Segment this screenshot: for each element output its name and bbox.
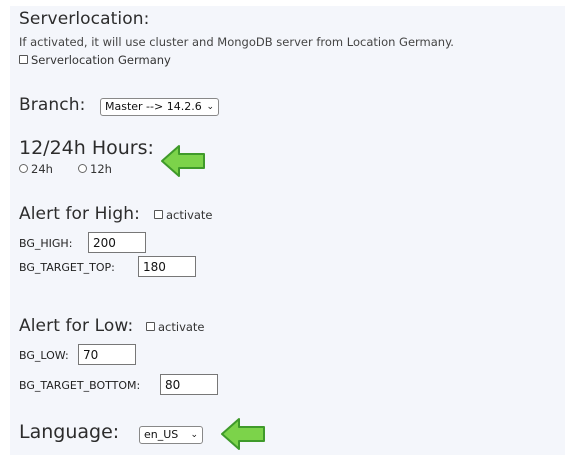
bg-target-bottom-input[interactable]: 80	[160, 374, 218, 395]
serverlocation-description: If activated, it will use cluster and Mo…	[19, 35, 454, 49]
branch-select[interactable]: Master --> 14.2.6 ⌄	[100, 98, 219, 116]
chevron-down-icon: ⌄	[190, 430, 198, 440]
bg-low-label: BG_LOW:	[19, 349, 69, 362]
branch-selected-value: Master --> 14.2.6	[105, 100, 202, 113]
bg-low-input[interactable]: 70	[78, 344, 136, 365]
bg-target-top-input[interactable]: 180	[138, 256, 196, 277]
branch-title: Branch:	[19, 95, 86, 115]
serverlocation-checkbox[interactable]	[19, 55, 28, 64]
alert-low-activate-row[interactable]: activate	[146, 320, 205, 334]
alert-high-activate-checkbox[interactable]	[154, 210, 163, 219]
radio-24h[interactable]	[19, 164, 28, 173]
green-arrow-left-icon	[161, 145, 205, 177]
radio-12h[interactable]	[78, 164, 87, 173]
chevron-down-icon: ⌄	[206, 102, 214, 112]
hours-option-24[interactable]: 24h	[19, 162, 53, 176]
language-selected-value: en_US	[144, 428, 179, 441]
serverlocation-title: Serverlocation:	[19, 9, 150, 29]
alert-low-title-text: Alert for Low:	[19, 316, 134, 336]
hours-title: 12/24h Hours:	[19, 137, 154, 159]
alert-low-activate-checkbox[interactable]	[146, 322, 155, 331]
language-select[interactable]: en_US ⌄	[139, 426, 203, 444]
bg-target-top-label: BG_TARGET_TOP:	[19, 261, 115, 274]
alert-high-activate-label: activate	[166, 208, 213, 222]
alert-low-activate-label: activate	[158, 320, 205, 334]
hours-option-12[interactable]: 12h	[78, 162, 112, 176]
language-title: Language:	[19, 421, 120, 443]
serverlocation-checkbox-row[interactable]: Serverlocation Germany	[19, 53, 171, 67]
alert-high-title: Alert for High:	[19, 204, 140, 224]
alert-high-title-text: Alert for High:	[19, 204, 140, 224]
bg-high-input[interactable]: 200	[88, 232, 146, 253]
hours-option-12-label: 12h	[90, 162, 112, 176]
serverlocation-checkbox-label: Serverlocation Germany	[31, 53, 171, 67]
green-arrow-left-icon	[221, 418, 265, 450]
bg-target-bottom-label: BG_TARGET_BOTTOM:	[19, 379, 141, 392]
alert-high-activate-row[interactable]: activate	[154, 208, 213, 222]
hours-option-24-label: 24h	[31, 162, 53, 176]
alert-low-title: Alert for Low:	[19, 316, 133, 336]
bg-high-label: BG_HIGH:	[19, 237, 73, 250]
